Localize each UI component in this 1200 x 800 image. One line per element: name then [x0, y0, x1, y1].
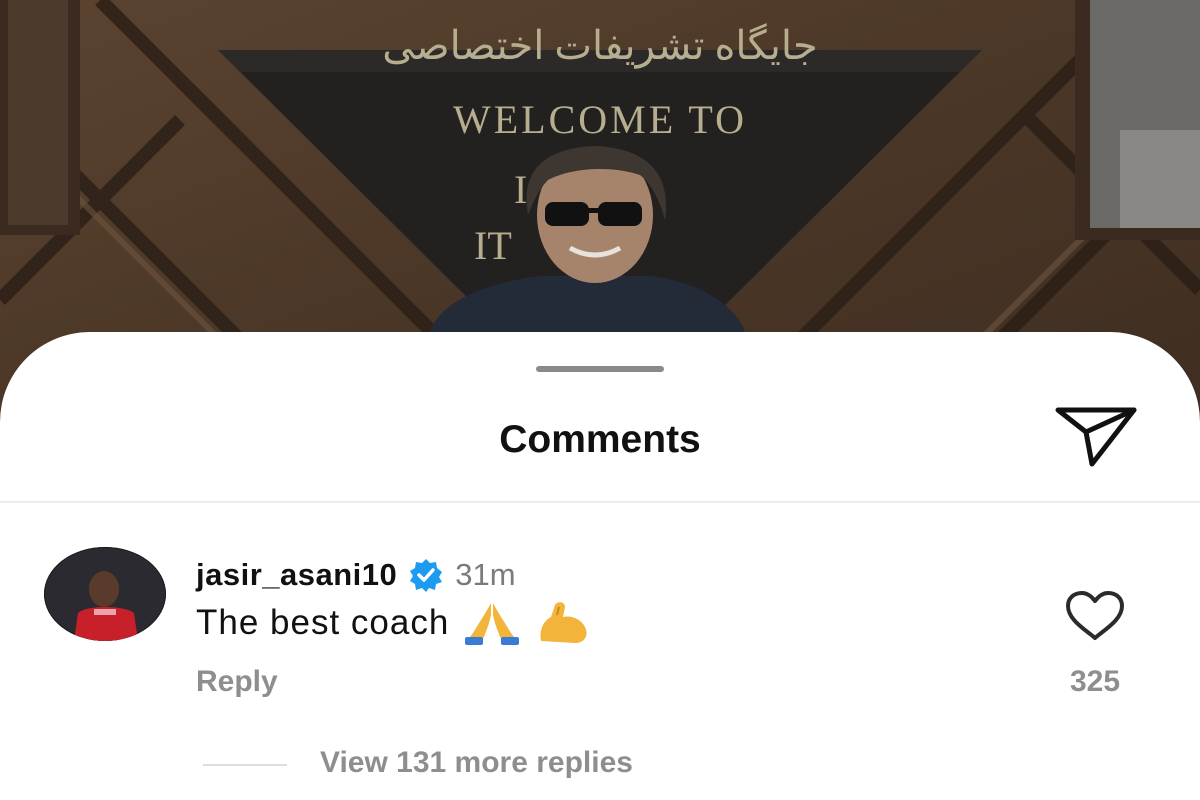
comment-text: The best coach: [196, 603, 450, 642]
like-count: 325: [1069, 665, 1121, 698]
replies-indent-line: [203, 764, 287, 766]
comment-header: jasir_asani10 31m: [196, 555, 516, 595]
flexed-biceps-emoji: [535, 601, 593, 645]
comment-body: The best coach: [196, 600, 593, 646]
send-icon[interactable]: [1052, 404, 1140, 470]
reply-button[interactable]: Reply: [196, 665, 278, 699]
sign-fragment-b: IT: [474, 223, 512, 268]
heart-icon[interactable]: [1064, 590, 1126, 642]
sheet-drag-handle[interactable]: [536, 366, 664, 372]
view-more-replies-button[interactable]: View 131 more replies: [320, 746, 633, 780]
comment-time: 31m: [455, 557, 516, 592]
comments-sheet: [0, 332, 1200, 800]
comments-title: Comments: [499, 418, 701, 461]
sign-persian-text: جایگاه تشریفات اختصاصی: [382, 23, 818, 68]
sign-welcome-text: WELCOME TO: [452, 97, 748, 142]
folded-hands-emoji: [463, 601, 521, 645]
verified-badge-icon: [409, 558, 443, 592]
sign-fragment-a: I: [514, 167, 528, 212]
header-divider: [0, 501, 1200, 503]
avatar[interactable]: [44, 547, 166, 641]
comment-username[interactable]: jasir_asani10: [196, 557, 397, 593]
